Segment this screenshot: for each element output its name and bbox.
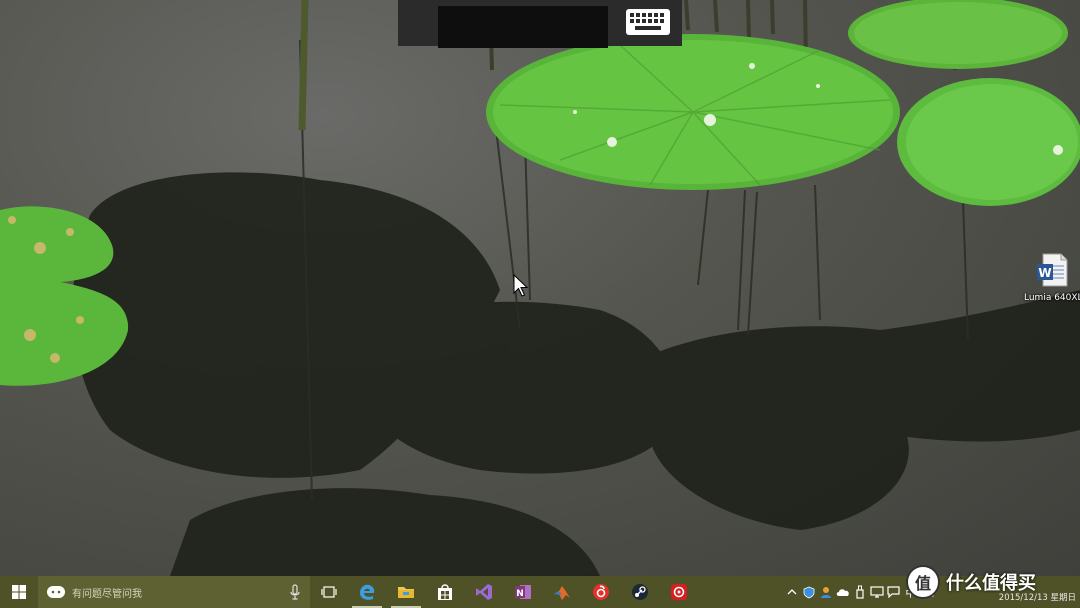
tray-icon-notifications[interactable] <box>886 576 901 608</box>
onenote-icon: N <box>515 585 531 599</box>
start-button[interactable] <box>0 576 38 608</box>
tray-icon-network[interactable] <box>869 576 884 608</box>
word-document-icon: W <box>1037 253 1068 287</box>
store-icon <box>438 584 452 600</box>
desktop[interactable]: W Lumia 640XL晒... <box>0 0 1080 576</box>
cortana-icon <box>47 586 65 598</box>
taskbar-app-store[interactable] <box>426 576 464 608</box>
svg-text:W: W <box>1038 266 1051 280</box>
taskbar-app-red[interactable] <box>660 576 698 608</box>
tray-icon-cloud[interactable] <box>835 576 850 608</box>
taskbar-app-edge[interactable] <box>348 576 386 608</box>
taskbar-app-file-explorer[interactable] <box>387 576 425 608</box>
desktop-icon-label: Lumia 640XL晒... <box>1024 293 1080 303</box>
watermark-text: 什么值得买 <box>946 573 1036 594</box>
touch-keyboard-bar <box>398 0 682 48</box>
tray-icon-shield[interactable] <box>801 576 816 608</box>
microphone-icon[interactable] <box>290 584 300 600</box>
taskbar-app-onenote[interactable]: N <box>504 576 542 608</box>
matlab-icon <box>554 586 570 600</box>
task-view-button[interactable] <box>314 576 344 608</box>
lotus-pond-wallpaper <box>0 0 1080 576</box>
show-hidden-icons-button[interactable] <box>784 576 799 608</box>
watermark-logo: 值 <box>906 565 940 599</box>
person-icon <box>820 586 831 598</box>
task-view-icon <box>321 586 337 598</box>
touch-keyboard-icon[interactable] <box>625 8 671 36</box>
notifications-icon <box>887 586 900 598</box>
taskbar-app-visual-studio[interactable] <box>465 576 503 608</box>
mouse-cursor-icon <box>513 274 529 297</box>
redacted-area <box>438 6 608 48</box>
smzdm-watermark: 值 什么值得买 <box>906 562 1080 602</box>
red-app-icon <box>671 584 687 600</box>
steam-icon <box>632 584 648 600</box>
taskbar-app-steam[interactable] <box>621 576 659 608</box>
shield-icon <box>803 586 814 598</box>
folder-icon <box>398 587 414 598</box>
visual-studio-icon <box>476 584 492 600</box>
desktop-icon-lumia-doc[interactable]: W Lumia 640XL晒... <box>1024 252 1080 322</box>
taskbar-app-matlab[interactable] <box>543 576 581 608</box>
tray-icon-usb[interactable] <box>852 576 867 608</box>
search-placeholder: 有问题尽管问我 <box>72 588 142 600</box>
chevron-up-icon <box>787 589 796 595</box>
cortana-search-box[interactable]: 有问题尽管问我 <box>38 576 310 608</box>
cloud-icon <box>836 589 849 596</box>
network-icon <box>869 586 884 598</box>
watermark-logo-char: 值 <box>914 574 931 593</box>
tray-icon-person[interactable] <box>818 576 833 608</box>
svg-text:N: N <box>516 589 524 599</box>
netease-music-icon <box>593 584 609 600</box>
usb-icon <box>855 585 864 599</box>
windows-logo-icon <box>12 585 26 599</box>
taskbar-app-netease-music[interactable] <box>582 576 620 608</box>
edge-icon <box>360 584 375 600</box>
